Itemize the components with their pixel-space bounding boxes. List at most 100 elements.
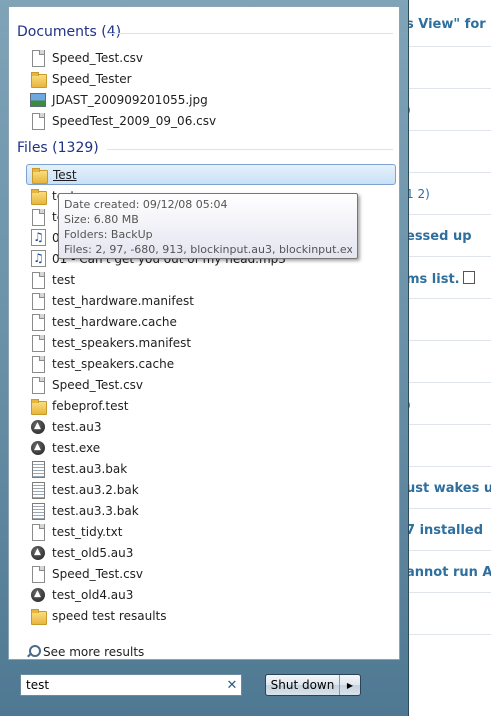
document-icon: [30, 112, 46, 130]
result-label: Speed_Tester: [52, 71, 132, 86]
result-label: test: [52, 272, 76, 287]
shutdown-button[interactable]: Shut down: [266, 675, 340, 695]
result-label: Speed_Test.csv: [52, 566, 144, 581]
shutdown-label: Shut down: [270, 678, 335, 692]
result-item[interactable]: Speed_Test.csv: [26, 374, 396, 395]
folder-icon: [30, 608, 47, 625]
result-label: test.au3: [52, 419, 102, 434]
result-label: test_speakers.manifest: [52, 335, 192, 350]
document-icon: [30, 565, 46, 583]
background-divider: [404, 592, 491, 593]
group-divider: [107, 149, 393, 150]
background-thread-title[interactable]: s View" for i: [406, 17, 491, 32]
result-item[interactable]: test_hardware.cache: [26, 311, 396, 332]
result-label: test.exe: [52, 440, 101, 455]
background-page-links[interactable]: 1 2): [406, 187, 430, 201]
result-item[interactable]: test.au3.bak: [26, 458, 396, 479]
background-thread-title[interactable]: essed up: [406, 229, 472, 244]
document-icon: [30, 355, 46, 373]
result-label: test_speakers.cache: [52, 356, 175, 371]
result-item[interactable]: test.exe: [26, 437, 396, 458]
background-page: s View" for i ) 1 2) essed up ms list. )…: [395, 0, 491, 716]
result-item[interactable]: test.au3.2.bak: [26, 479, 396, 500]
autoit-icon: [30, 587, 46, 603]
document-icon: [30, 313, 46, 331]
background-thread-title[interactable]: 7 installed: [406, 523, 483, 538]
group-divider: [107, 33, 393, 34]
result-item[interactable]: febeprof.test: [26, 395, 396, 416]
background-thread-title[interactable]: ust wakes u: [406, 481, 491, 496]
result-label: SpeedTest_2009_09_06.csv: [52, 113, 217, 128]
result-item[interactable]: Speed_Test.csv: [26, 47, 396, 68]
document-icon: [30, 376, 46, 394]
result-label: test_hardware.cache: [52, 314, 177, 329]
result-label: test.au3.3.bak: [52, 503, 139, 518]
document-icon: [30, 271, 46, 289]
result-item[interactable]: SpeedTest_2009_09_06.csv: [26, 110, 396, 131]
background-divider: [404, 634, 491, 635]
files-group-header[interactable]: Files (1329): [17, 140, 99, 156]
tooltip-folders: Folders: BackUp: [64, 228, 153, 241]
background-divider: [404, 424, 491, 425]
folder-icon: [31, 167, 48, 184]
magnifier-icon: [26, 645, 41, 659]
result-label: speed test resaults: [52, 608, 167, 623]
music-icon: [30, 228, 46, 246]
music-icon: [30, 249, 46, 267]
result-label: test_tidy.txt: [52, 524, 123, 539]
result-item[interactable]: JDAST_200909201055.jpg: [26, 89, 396, 110]
result-item[interactable]: test_old5.au3: [26, 542, 396, 563]
result-item[interactable]: test_tidy.txt: [26, 521, 396, 542]
text-file-icon: [30, 460, 46, 478]
background-divider: [404, 256, 491, 257]
result-label: Test: [53, 167, 77, 182]
background-divider: [404, 508, 491, 509]
background-thread-title[interactable]: ms list.: [406, 271, 475, 287]
result-item[interactable]: Speed_Test.csv: [26, 563, 396, 584]
search-input[interactable]: [21, 678, 223, 692]
result-label: test_hardware.manifest: [52, 293, 194, 308]
result-label: test_old4.au3: [52, 587, 134, 602]
item-info-tooltip: Date created: 09/12/08 05:04 Size: 6.80 …: [58, 193, 358, 259]
document-icon: [30, 334, 46, 352]
background-divider: [404, 466, 491, 467]
see-more-results-link[interactable]: See more results: [26, 645, 144, 659]
result-item[interactable]: Speed_Tester: [26, 68, 396, 89]
triangle-right-icon: ▶: [346, 680, 354, 690]
text-file-icon: [30, 502, 46, 520]
result-item[interactable]: test_hardware.manifest: [26, 290, 396, 311]
document-icon: [30, 208, 46, 226]
result-item[interactable]: speed test resaults: [26, 605, 396, 626]
image-icon: [30, 92, 46, 108]
folder-icon: [30, 398, 47, 415]
search-results-pane: Documents (4) Speed_Test.csv Speed_Teste…: [8, 6, 400, 660]
result-item-selected[interactable]: Test: [26, 164, 396, 185]
tooltip-files: Files: 2, 97, -680, 913, blockinput.au3,…: [64, 243, 352, 256]
folder-icon: [30, 71, 47, 88]
background-thread-pages: 1 2): [406, 187, 430, 201]
document-icon: [30, 49, 46, 67]
text-file-icon: [30, 481, 46, 499]
autoit-icon: [30, 545, 46, 561]
start-search-box[interactable]: ✕: [20, 674, 242, 696]
start-menu: Documents (4) Speed_Test.csv Speed_Teste…: [0, 0, 409, 716]
shutdown-button-group: Shut down ▶: [265, 674, 361, 696]
shutdown-options-button[interactable]: ▶: [340, 675, 360, 695]
result-label: test.au3.2.bak: [52, 482, 139, 497]
result-item[interactable]: test_speakers.cache: [26, 353, 396, 374]
background-thread-title[interactable]: annot run A: [406, 565, 491, 580]
result-item[interactable]: test.au3.3.bak: [26, 500, 396, 521]
background-divider: [404, 172, 491, 173]
result-item[interactable]: test_old4.au3: [26, 584, 396, 605]
clear-x-icon[interactable]: ✕: [223, 678, 241, 693]
background-divider: [404, 382, 491, 383]
result-item[interactable]: test: [26, 269, 396, 290]
result-item[interactable]: test_speakers.manifest: [26, 332, 396, 353]
document-icon: [30, 523, 46, 541]
documents-group-header[interactable]: Documents (4): [17, 24, 121, 40]
background-divider: [404, 214, 491, 215]
background-divider: [404, 298, 491, 299]
background-thread-title-text[interactable]: ms list.: [406, 272, 460, 287]
see-more-results-label: See more results: [43, 645, 145, 659]
result-item[interactable]: test.au3: [26, 416, 396, 437]
